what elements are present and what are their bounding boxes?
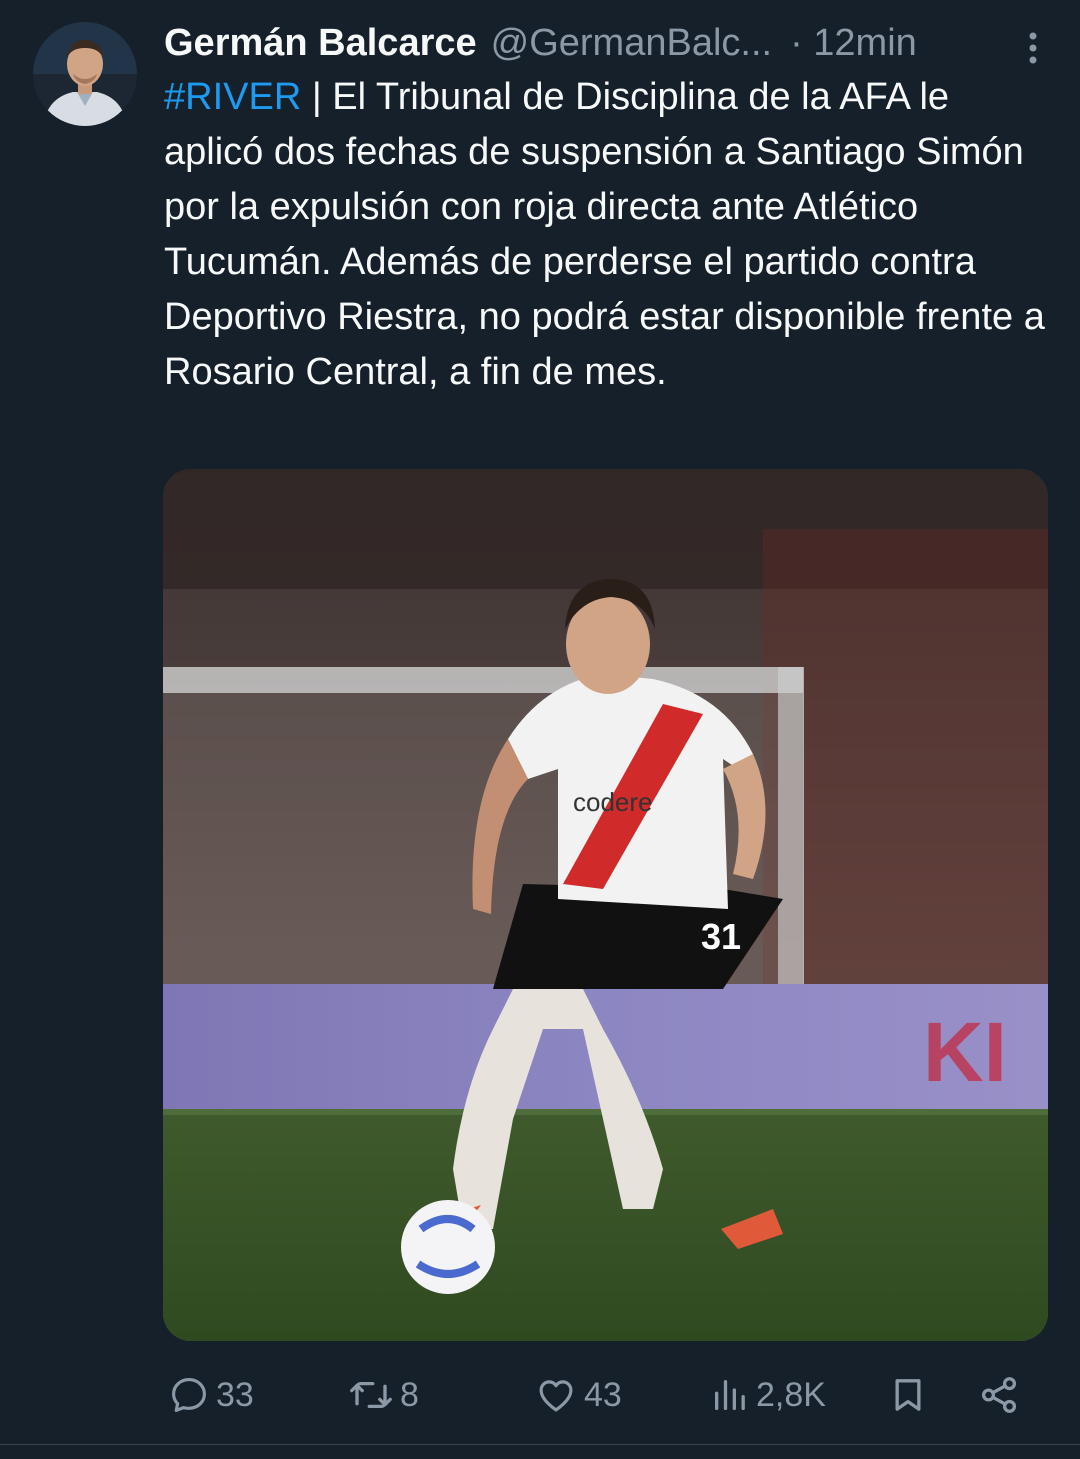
share-icon	[981, 1377, 1017, 1413]
repost-count: 8	[400, 1375, 419, 1414]
avatar-image	[33, 22, 137, 126]
repost-icon	[350, 1381, 392, 1409]
tweet-timestamp[interactable]: · 12min	[790, 18, 917, 68]
like-button[interactable]: 43	[534, 1362, 622, 1428]
share-button[interactable]	[978, 1362, 1020, 1428]
tweet-text: #RIVER | El Tribunal de Disciplina de la…	[164, 70, 1054, 400]
reply-count: 33	[216, 1375, 254, 1414]
reply-button[interactable]: 33	[168, 1362, 254, 1428]
tweet-media[interactable]: KI 31 codere	[163, 469, 1048, 1341]
views-count: 2,8K	[756, 1375, 826, 1414]
tweet-actions: 33 8 43 2,8K	[164, 1362, 1034, 1428]
media-photo: KI 31 codere	[163, 469, 1048, 1341]
hashtag-link[interactable]: #RIVER	[164, 76, 301, 118]
author-display-name[interactable]: Germán Balcarce	[164, 18, 477, 68]
like-count: 43	[584, 1375, 622, 1414]
more-options-button[interactable]	[1016, 28, 1050, 68]
tweet[interactable]: Germán Balcarce @GermanBalc... · 12min #…	[0, 0, 1080, 1459]
tweet-body: | El Tribunal de Disciplina de la AFA le…	[164, 76, 1056, 393]
heart-icon	[539, 1380, 573, 1412]
jersey-sponsor: codere	[573, 787, 653, 817]
tweet-divider	[0, 1444, 1080, 1445]
tweet-header: Germán Balcarce @GermanBalc... · 12min	[164, 18, 1044, 68]
reply-icon	[172, 1378, 206, 1412]
board-text: KI	[923, 1005, 1007, 1099]
avatar[interactable]	[33, 22, 137, 126]
jersey-number: 31	[701, 916, 741, 957]
bookmark-icon	[895, 1379, 921, 1411]
repost-button[interactable]: 8	[348, 1362, 419, 1428]
views-icon	[715, 1380, 745, 1410]
bookmark-button[interactable]	[888, 1362, 928, 1428]
more-vertical-icon	[1029, 32, 1037, 64]
author-handle[interactable]: @GermanBalc...	[491, 18, 772, 68]
views-button[interactable]: 2,8K	[710, 1362, 826, 1428]
